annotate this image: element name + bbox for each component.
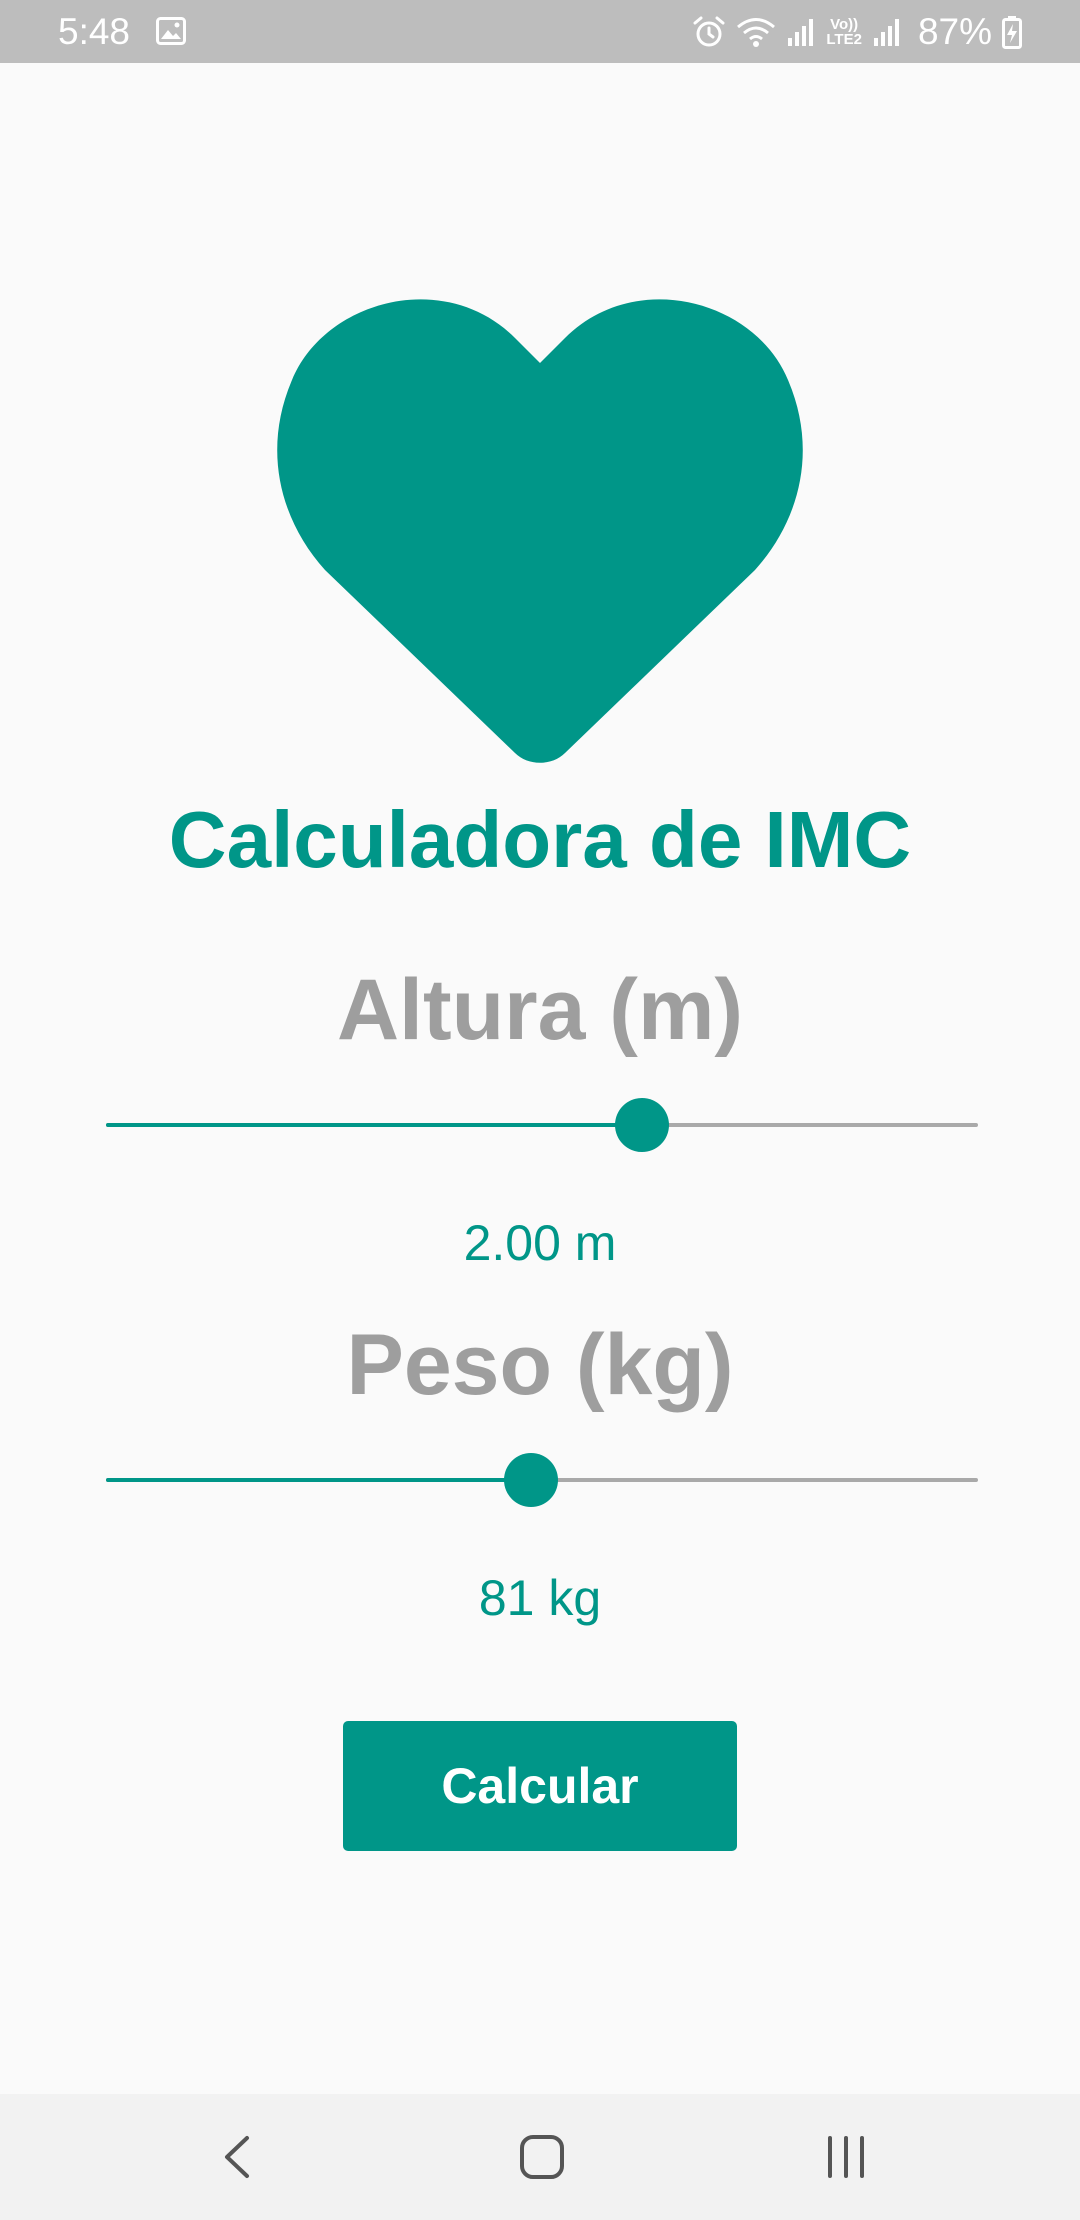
weight-slider-thumb[interactable]	[503, 1453, 558, 1507]
height-slider-thumb[interactable]	[615, 1098, 670, 1152]
lte-label: LTE2	[826, 31, 862, 48]
weight-slider-fill	[106, 1478, 531, 1482]
lte-indicator: Vo)) LTE2	[826, 17, 862, 47]
height-slider[interactable]	[106, 1095, 978, 1155]
status-icons: Vo)) LTE2 87%	[692, 10, 1022, 54]
home-icon[interactable]	[509, 2124, 575, 2190]
alarm-icon	[692, 15, 726, 49]
recents-icon[interactable]	[813, 2124, 879, 2190]
weight-label: Peso (kg)	[346, 1317, 734, 1413]
battery-percentage: 87%	[917, 11, 992, 52]
weight-slider[interactable]	[106, 1450, 978, 1510]
calculate-button[interactable]: Calcular	[343, 1721, 737, 1851]
battery-charging-icon	[1002, 15, 1022, 49]
back-icon[interactable]	[207, 2124, 273, 2190]
height-slider-fill	[106, 1123, 643, 1127]
height-label: Altura (m)	[336, 962, 744, 1058]
height-value: 2.00 m	[463, 1215, 617, 1271]
status-time: 5:48	[58, 11, 131, 52]
gallery-icon	[156, 17, 186, 45]
signal-icon	[786, 17, 816, 47]
heart-icon	[270, 280, 810, 770]
status-bar: 5:48 Vo)) LTE2 87%	[0, 0, 1080, 63]
navigation-bar	[0, 2094, 1080, 2220]
volte-label: Vo))	[830, 16, 859, 33]
app-title: Calculadora de IMC	[168, 795, 912, 884]
signal-icon-2	[872, 17, 902, 47]
wifi-icon	[736, 16, 776, 48]
weight-value: 81 kg	[478, 1570, 602, 1626]
